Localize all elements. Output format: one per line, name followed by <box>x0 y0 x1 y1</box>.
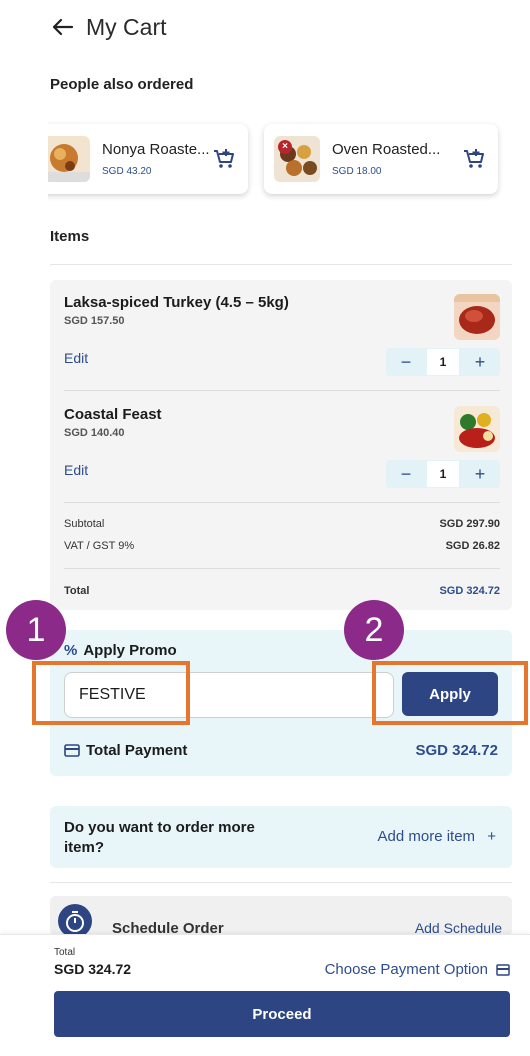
callout-2: 2 <box>344 600 404 660</box>
cart-item: Laksa-spiced Turkey (4.5 – 5kg) SGD 157.… <box>64 294 500 390</box>
quantity-value[interactable]: 1 <box>426 348 460 376</box>
food-image: × <box>274 136 320 182</box>
recommendation-card[interactable]: Nonya Roaste... SGD 43.20 <box>48 124 248 194</box>
edit-link[interactable]: Edit <box>64 462 88 478</box>
item-name: Coastal Feast <box>64 406 162 423</box>
add-to-cart-icon[interactable] <box>210 145 238 173</box>
item-name: Laksa-spiced Turkey (4.5 – 5kg) <box>64 294 289 311</box>
clock-icon <box>58 904 92 936</box>
item-separator <box>64 502 500 503</box>
highlight-apply-button <box>372 661 528 725</box>
promo-title: % Apply Promo <box>64 642 177 659</box>
vat-label: VAT / GST 9% <box>64 540 135 552</box>
decrease-button[interactable]: − <box>386 348 426 376</box>
recommendation-name: Oven Roasted... <box>332 141 441 158</box>
card-icon <box>64 744 80 757</box>
edit-link[interactable]: Edit <box>64 350 88 366</box>
recommendations-title: People also ordered <box>50 76 194 93</box>
quantity-stepper[interactable]: − 1 + <box>386 348 500 376</box>
footer-total-label: Total <box>54 947 76 958</box>
header: My Cart <box>50 12 167 42</box>
cart-items-panel: Laksa-spiced Turkey (4.5 – 5kg) SGD 157.… <box>50 280 512 610</box>
recommendation-price: SGD 43.20 <box>102 166 152 177</box>
remove-badge-icon[interactable]: × <box>278 140 292 154</box>
cart-item: Coastal Feast SGD 140.40 Edit − 1 + <box>64 406 500 502</box>
divider <box>50 264 512 265</box>
recommendation-card[interactable]: × Oven Roasted... SGD 18.00 <box>264 124 498 194</box>
total-payment-value: SGD 324.72 <box>415 742 498 759</box>
total-row: Total SGD 324.72 <box>64 585 500 597</box>
recommendation-price: SGD 18.00 <box>332 166 382 177</box>
plus-icon: + <box>487 828 496 845</box>
payment-option-label[interactable]: Choose Payment Option <box>325 961 488 978</box>
choose-payment-option[interactable]: Choose Payment Option <box>325 961 510 978</box>
food-image <box>48 136 90 182</box>
schedule-panel: Schedule Order Add Schedule <box>50 896 512 936</box>
percent-icon: % <box>64 642 78 659</box>
total-payment-label: Total Payment <box>86 742 188 759</box>
highlight-promo-input <box>32 661 190 725</box>
summary-separator <box>64 568 500 569</box>
recommendation-name: Nonya Roaste... <box>102 141 210 158</box>
quantity-stepper[interactable]: − 1 + <box>386 460 500 488</box>
vat-row: VAT / GST 9% SGD 26.82 <box>64 540 500 552</box>
increase-button[interactable]: + <box>460 460 500 488</box>
item-price: SGD 157.50 <box>64 315 125 327</box>
vat-value: SGD 26.82 <box>445 540 500 552</box>
item-price: SGD 140.40 <box>64 427 125 439</box>
back-arrow-icon[interactable] <box>50 14 76 40</box>
subtotal-row: Subtotal SGD 297.90 <box>64 518 500 530</box>
proceed-button[interactable]: Proceed <box>54 991 510 1037</box>
callout-1: 1 <box>6 600 66 660</box>
subtotal-label: Subtotal <box>64 518 105 530</box>
item-image <box>454 406 500 452</box>
quantity-value[interactable]: 1 <box>426 460 460 488</box>
total-value: SGD 324.72 <box>439 585 500 597</box>
item-separator <box>64 390 500 391</box>
checkout-footer: Total SGD 324.72 Choose Payment Option P… <box>0 934 530 1056</box>
total-payment-row: Total Payment SGD 324.72 <box>64 742 498 759</box>
items-title: Items <box>50 228 90 245</box>
add-more-panel: Do you want to order more item? Add more… <box>50 806 512 868</box>
add-to-cart-icon[interactable] <box>460 145 488 173</box>
divider <box>50 882 512 883</box>
add-more-question: Do you want to order more item? <box>64 819 255 856</box>
page-title: My Cart <box>86 13 167 40</box>
add-more-label[interactable]: Add more item <box>378 828 476 845</box>
recommendations-carousel[interactable]: Nonya Roaste... SGD 43.20 × Oven Roasted… <box>48 118 530 204</box>
item-image <box>454 294 500 340</box>
decrease-button[interactable]: − <box>386 460 426 488</box>
card-icon <box>496 963 510 976</box>
promo-title-label: Apply Promo <box>83 642 177 659</box>
footer-total-value: SGD 324.72 <box>54 961 132 977</box>
add-more-link[interactable]: Add more item + <box>378 828 496 845</box>
increase-button[interactable]: + <box>460 348 500 376</box>
total-label: Total <box>64 585 90 597</box>
subtotal-value: SGD 297.90 <box>439 518 500 530</box>
